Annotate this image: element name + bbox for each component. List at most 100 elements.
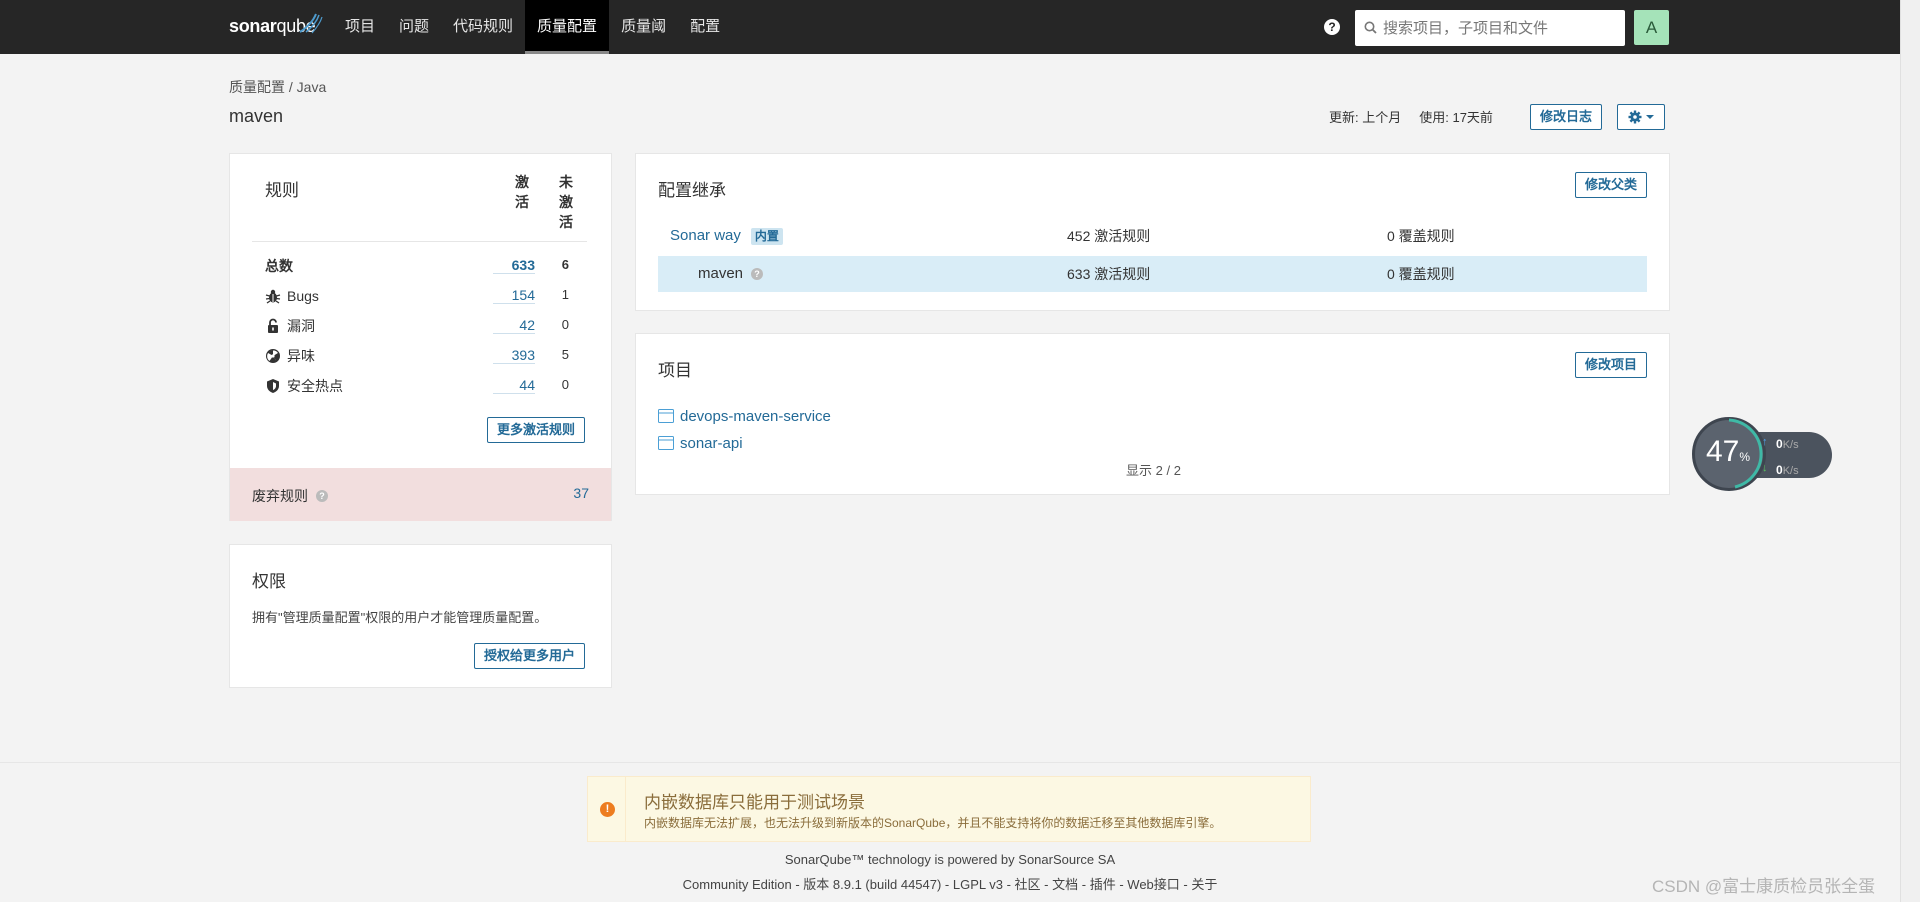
active-rules-count: 633 激活规则 — [1067, 266, 1151, 282]
change-projects-button[interactable]: 修改项目 — [1574, 352, 1647, 378]
used-text: 使用: 17天前 — [1419, 110, 1493, 125]
grant-permissions-button[interactable]: 授权给更多用户 — [474, 643, 586, 669]
footer-link-docs[interactable]: 文档 — [1052, 877, 1078, 892]
percent-unit: % — [1739, 450, 1751, 464]
rules-panel: 规则 激活 未激活 总数 633 6 Bugs 154 1 漏洞 42 0 异味… — [229, 153, 612, 521]
activate-more-rules-button[interactable]: 更多激活规则 — [487, 417, 586, 443]
footer-link-about[interactable]: 关于 — [1191, 877, 1217, 892]
active-count-link[interactable]: 633 — [493, 257, 535, 274]
footer-links: Community Edition - 版本 8.9.1 (build 4454… — [682, 877, 1218, 892]
deprecated-count-link[interactable]: 37 — [573, 485, 589, 501]
overridden-rules-count: 0 覆盖规则 — [1387, 266, 1455, 282]
nav-projects[interactable]: 项目 — [333, 0, 387, 54]
sonarsource-link[interactable]: SonarSource SA — [1018, 852, 1115, 867]
nav-quality-gates[interactable]: 质量阈 — [609, 0, 678, 54]
footer-link-web-api[interactable]: Web接口 — [1127, 877, 1180, 892]
nav-rules[interactable]: 代码规则 — [441, 0, 525, 54]
bug-icon — [265, 289, 281, 304]
active-count-link[interactable]: 42 — [493, 317, 535, 334]
row-label: 总数 — [265, 258, 293, 274]
inactive-count: 6 — [561, 257, 569, 272]
list-item: devops-maven-service — [658, 406, 831, 426]
network-speed-widget[interactable]: 47% ↑ 0K/s ↓ 0K/s — [1692, 417, 1840, 491]
nav-administration[interactable]: 配置 — [678, 0, 732, 54]
rules-row-vulnerabilities: 漏洞 42 0 — [265, 314, 595, 338]
project-link[interactable]: devops-maven-service — [680, 408, 831, 425]
help-icon[interactable]: ? — [1324, 19, 1340, 35]
caret-down-icon — [1645, 114, 1654, 119]
nav-issues[interactable]: 问题 — [387, 0, 441, 54]
row-label: Bugs — [287, 288, 319, 304]
inheritance-title: 配置继承 — [658, 181, 726, 200]
footer-link-license[interactable]: LGPL v3 — [953, 877, 1003, 892]
parent-profile-link[interactable]: Sonar way — [670, 218, 741, 254]
row-label: 安全热点 — [287, 378, 343, 394]
inheritance-row-parent: Sonar way 内置 452 激活规则 0 覆盖规则 — [658, 218, 1647, 254]
footer-link-community[interactable]: 社区 — [1015, 877, 1041, 892]
breadcrumb-language[interactable]: Java — [297, 79, 327, 95]
alert-title: 内嵌数据库只能用于测试场景 — [644, 793, 865, 812]
shield-icon — [267, 379, 279, 393]
profile-actions-button[interactable] — [1617, 104, 1665, 130]
page-scrollbar[interactable] — [1900, 0, 1920, 902]
projects-count: 显示 2 / 2 — [1126, 463, 1181, 478]
rules-row-bugs: Bugs 154 1 — [265, 284, 595, 308]
updated-text: 更新: 上个月 — [1329, 110, 1402, 125]
inactive-count: 1 — [561, 287, 569, 302]
project-link[interactable]: sonar-api — [680, 435, 743, 452]
profile-meta: 更新: 上个月 使用: 17天前 — [1329, 107, 1493, 126]
deprecated-rules-section: 废弃规则? 37 — [230, 468, 611, 521]
gear-icon — [1628, 110, 1642, 124]
breadcrumb-separator: / — [285, 79, 297, 95]
rules-row-total: 总数 633 6 — [265, 254, 595, 278]
active-count-link[interactable]: 44 — [493, 377, 535, 394]
search-icon — [1364, 21, 1377, 34]
project-icon — [658, 409, 674, 423]
active-count-link[interactable]: 154 — [493, 287, 535, 304]
user-avatar[interactable]: A — [1634, 10, 1669, 45]
nav-quality-profiles[interactable]: 质量配置 — [525, 0, 610, 54]
projects-panel: 项目 修改项目 devops-maven-service sonar-api 显… — [635, 333, 1670, 495]
global-search[interactable] — [1355, 10, 1625, 46]
help-icon[interactable]: ? — [751, 268, 764, 280]
inactive-count: 5 — [561, 347, 569, 362]
deprecated-label: 废弃规则 — [252, 488, 308, 504]
speed-unit: K/s — [1782, 439, 1799, 451]
row-label: 异味 — [287, 348, 315, 364]
upload-speed: 0K/s — [1776, 437, 1799, 451]
list-item: sonar-api — [658, 433, 743, 453]
percent-value: 47 — [1706, 435, 1740, 468]
column-header-active: 激活 — [515, 174, 529, 210]
rules-row-security-hotspots: 安全热点 44 0 — [265, 374, 595, 398]
upload-value: 0 — [1776, 437, 1783, 451]
logo-text-bold: sonar — [229, 16, 277, 36]
active-count-link[interactable]: 393 — [493, 347, 535, 364]
breadcrumb: 质量配置 / Java — [229, 77, 326, 97]
search-input[interactable] — [1383, 10, 1619, 46]
builtin-badge: 内置 — [750, 227, 783, 245]
footer-divider — [0, 762, 1900, 763]
speed-unit: K/s — [1782, 465, 1799, 477]
breadcrumb-quality-profiles[interactable]: 质量配置 — [229, 79, 285, 95]
sonar-wave-icon — [299, 13, 323, 34]
projects-title: 项目 — [658, 361, 692, 380]
footer-powered-by: SonarQube™ technology is powered by Sona… — [0, 852, 1900, 867]
powered-prefix: SonarQube™ technology is powered by — [784, 852, 1019, 867]
csdn-watermark: CSDN @富士康质检员张全蛋 — [1652, 877, 1876, 896]
permissions-description: 拥有"管理质量配置"权限的用户才能管理质量配置。 — [252, 610, 548, 625]
project-icon — [658, 436, 674, 450]
permissions-title: 权限 — [252, 572, 286, 591]
row-label: 漏洞 — [287, 318, 315, 334]
change-parent-button[interactable]: 修改父类 — [1574, 172, 1647, 198]
embedded-db-warning: ! 内嵌数据库只能用于测试场景 内嵌数据库无法扩展，也无法升级到新版本的Sona… — [587, 776, 1311, 842]
inheritance-row-current: maven? 633 激活规则 0 覆盖规则 — [658, 256, 1647, 292]
rules-title: 规则 — [265, 181, 299, 200]
footer-link-plugins[interactable]: 插件 — [1090, 877, 1116, 892]
download-value: 0 — [1776, 463, 1783, 477]
current-profile-name: maven — [698, 265, 744, 282]
help-icon[interactable]: ? — [316, 490, 328, 502]
changelog-button[interactable]: 修改日志 — [1530, 104, 1603, 130]
rules-row-code-smells: 异味 393 5 — [265, 344, 595, 368]
download-speed: 0K/s — [1776, 463, 1799, 477]
column-header-inactive: 未激活 — [559, 174, 573, 230]
